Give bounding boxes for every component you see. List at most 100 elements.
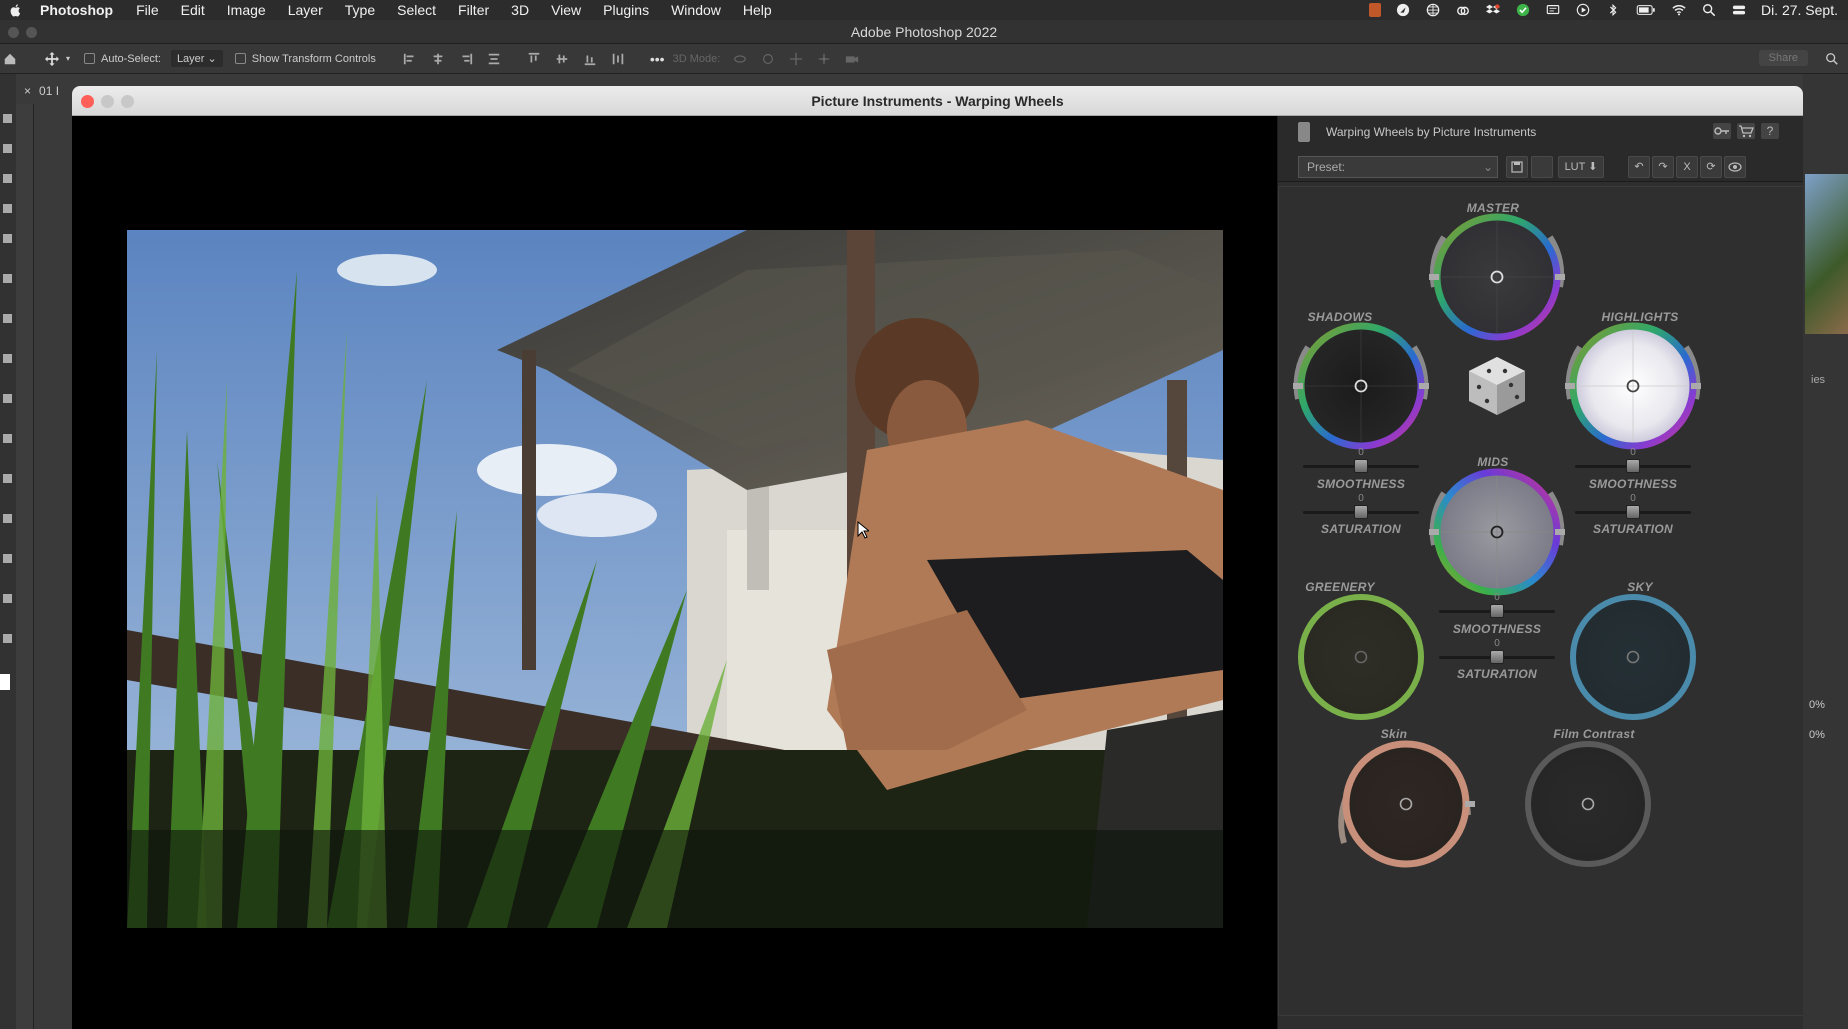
delete-preset-button[interactable] (1531, 156, 1553, 178)
align-right-icon[interactable] (458, 52, 474, 66)
redo-button[interactable]: ↷ (1652, 156, 1674, 178)
move-tool-icon[interactable] (44, 51, 60, 66)
3d-camera-icon[interactable] (844, 52, 860, 66)
cart-icon[interactable] (1737, 123, 1755, 139)
check-status-icon[interactable] (1515, 3, 1531, 17)
screen-icon[interactable] (1545, 3, 1561, 17)
highlights-saturation-slider[interactable] (1575, 505, 1691, 519)
lut-export-button[interactable]: LUT ⬇ (1558, 156, 1604, 178)
ps-search-icon[interactable] (1824, 52, 1840, 66)
tool-icons[interactable] (0, 74, 16, 974)
battery-icon[interactable] (1635, 3, 1657, 17)
dropbox-icon[interactable] (1485, 3, 1501, 17)
play-icon[interactable] (1575, 3, 1591, 17)
slider-knob[interactable] (1626, 459, 1640, 473)
distribute-icon[interactable] (486, 52, 502, 66)
align-left-icon[interactable] (402, 52, 418, 66)
mids-smoothness-slider[interactable] (1439, 604, 1555, 618)
menu-file[interactable]: File (136, 2, 159, 18)
align-middle-icon[interactable] (554, 52, 570, 66)
creative-cloud-icon[interactable] (1455, 3, 1471, 17)
sky-wheel[interactable] (1570, 594, 1696, 720)
opacity-value[interactable]: 0% (1809, 699, 1825, 711)
menu-image[interactable]: Image (227, 2, 266, 18)
menu-plugins[interactable]: Plugins (603, 2, 649, 18)
plugin-minimize-button[interactable] (101, 95, 114, 108)
wifi-icon[interactable] (1671, 3, 1687, 17)
mids-wheel[interactable] (1429, 468, 1565, 596)
plugin-maximize-button[interactable] (121, 95, 134, 108)
3d-roll-icon[interactable] (760, 52, 776, 66)
search-icon[interactable] (1701, 3, 1717, 17)
slider-knob[interactable] (1354, 505, 1368, 519)
save-preset-button[interactable] (1506, 156, 1528, 178)
shadows-saturation-slider[interactable] (1303, 505, 1419, 519)
tools-panel (0, 74, 16, 1029)
menu-filter[interactable]: Filter (458, 2, 489, 18)
auto-select-dropdown[interactable]: Layer ⌄ (170, 50, 223, 67)
help-icon[interactable]: ? (1761, 123, 1779, 139)
dice-randomize-icon[interactable] (1469, 357, 1525, 415)
chevron-down-icon[interactable]: ▾ (66, 54, 70, 63)
document-tab[interactable]: × 01 I (16, 84, 66, 104)
right-panels-strip: ies 0% 0% (1803, 74, 1848, 1029)
menu-layer[interactable]: Layer (288, 2, 323, 18)
align-top-icon[interactable] (526, 52, 542, 66)
slider-knob[interactable] (1354, 459, 1368, 473)
3d-pan-icon[interactable] (788, 52, 804, 66)
3d-mode-label: 3D Mode: (672, 52, 721, 65)
reset-all-button[interactable]: ⟳ (1700, 156, 1722, 178)
skin-wheel[interactable] (1338, 740, 1475, 868)
bluetooth-icon[interactable] (1605, 3, 1621, 17)
show-transform-checkbox[interactable] (234, 53, 246, 64)
app-status-icon[interactable] (1368, 3, 1381, 17)
menu-select[interactable]: Select (397, 2, 436, 18)
menu-edit[interactable]: Edit (181, 2, 205, 18)
align-bottom-icon[interactable] (582, 52, 598, 66)
align-center-icon[interactable] (430, 52, 446, 66)
highlights-smoothness-label: SMOOTHNESS (1588, 477, 1678, 491)
plugin-close-button[interactable] (81, 95, 94, 108)
menu-help[interactable]: Help (743, 2, 772, 18)
window-minimize-button[interactable] (26, 27, 37, 38)
preset-dropdown[interactable]: Preset: ⌄ (1298, 156, 1498, 178)
shadows-smoothness-slider[interactable] (1303, 459, 1419, 473)
undo-button[interactable]: ↶ (1628, 156, 1650, 178)
license-key-icon[interactable] (1713, 123, 1731, 139)
slider-knob[interactable] (1490, 650, 1504, 664)
menu-type[interactable]: Type (345, 2, 375, 18)
preview-image[interactable] (127, 230, 1223, 928)
master-wheel[interactable] (1429, 213, 1565, 341)
menu-clock[interactable]: Di. 27. Sept. (1761, 2, 1838, 18)
navigator-thumbnail[interactable] (1805, 174, 1848, 334)
fill-value[interactable]: 0% (1809, 729, 1825, 741)
menu-3d[interactable]: 3D (511, 2, 529, 18)
menu-view[interactable]: View (551, 2, 581, 18)
globe-icon[interactable] (1425, 3, 1441, 17)
preview-toggle-button[interactable] (1724, 156, 1746, 178)
warping-wheels-panel: Warping Wheels by Picture Instruments ? … (1277, 116, 1803, 1029)
location-icon[interactable] (1395, 3, 1411, 17)
slider-knob[interactable] (1626, 505, 1640, 519)
highlights-wheel[interactable] (1565, 322, 1701, 450)
3d-orbit-icon[interactable] (732, 52, 748, 66)
close-tab-icon[interactable]: × (24, 84, 31, 98)
3d-slide-icon[interactable] (816, 52, 832, 66)
slider-knob[interactable] (1490, 604, 1504, 618)
apple-icon[interactable] (8, 3, 24, 17)
greenery-wheel[interactable] (1298, 594, 1424, 720)
auto-select-checkbox[interactable] (84, 53, 96, 64)
reset-x-button[interactable]: X (1676, 156, 1698, 178)
menu-window[interactable]: Window (671, 2, 721, 18)
control-center-icon[interactable] (1731, 3, 1747, 17)
shadows-wheel[interactable] (1293, 322, 1429, 450)
highlights-smoothness-slider[interactable] (1575, 459, 1691, 473)
share-button[interactable]: Share (1758, 50, 1808, 66)
distribute-vertical-icon[interactable] (610, 52, 626, 66)
home-icon[interactable] (2, 52, 18, 66)
mids-saturation-slider[interactable] (1439, 650, 1555, 664)
app-menu-photoshop[interactable]: Photoshop (40, 2, 113, 18)
window-close-button[interactable] (8, 27, 19, 38)
more-options-icon[interactable]: ••• (650, 51, 665, 67)
film-contrast-wheel[interactable] (1525, 741, 1651, 867)
